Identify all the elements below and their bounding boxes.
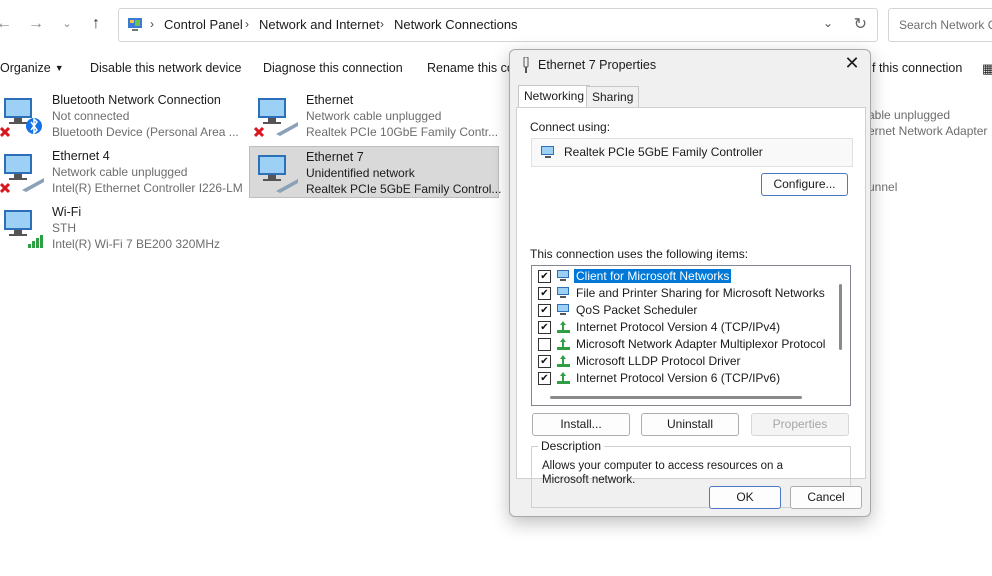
search-placeholder: Search Network C: [899, 18, 992, 32]
refresh-icon[interactable]: ↻: [854, 14, 867, 34]
caret-down-icon: ▼: [54, 63, 64, 73]
checkbox[interactable]: ✔: [538, 270, 551, 283]
diagnose-button[interactable]: Diagnose this connection: [263, 61, 403, 75]
checkbox[interactable]: ✔: [538, 321, 551, 334]
uninstall-button[interactable]: Uninstall: [641, 413, 739, 436]
install-button[interactable]: Install...: [532, 413, 630, 436]
adapter-box: Realtek PCIe 5GbE Family Controller: [531, 138, 853, 167]
network-monitor-icon: [0, 98, 42, 138]
network-monitor-icon: [258, 155, 298, 193]
breadcrumb-network-connections[interactable]: Network Connections: [394, 17, 518, 32]
description-label: Description: [538, 439, 605, 453]
items-label: This connection uses the following items…: [530, 247, 749, 261]
tab-sharing[interactable]: Sharing: [586, 86, 640, 107]
connection-device: Intel(R) Wi-Fi 7 BE200 320MHz: [52, 237, 221, 251]
connection-status: Unidentified network: [306, 166, 415, 180]
properties-button[interactable]: Properties: [751, 413, 849, 436]
breadcrumb-separator: ›: [380, 17, 384, 31]
list-item-label: QoS Packet Scheduler: [576, 303, 698, 317]
connection-device: Realtek PCIe 10GbE Family Contr...: [306, 125, 499, 139]
network-protocol-icon: [557, 372, 570, 384]
network-protocol-icon: [557, 338, 570, 350]
forward-arrow-icon[interactable]: →: [26, 14, 46, 34]
connection-status: Network cable unplugged: [306, 109, 442, 123]
partial-device-text: ernet Network Adapter: [868, 124, 988, 138]
connection-name: Wi-Fi: [52, 205, 82, 219]
horizontal-scrollbar[interactable]: [550, 396, 802, 399]
network-monitor-icon: [0, 154, 44, 194]
network-service-icon: [557, 287, 569, 298]
network-client-icon: [557, 270, 569, 281]
organize-menu[interactable]: Organize ▼: [0, 61, 64, 75]
connection-status: STH: [52, 221, 76, 235]
connection-device: Bluetooth Device (Personal Area ...: [52, 125, 239, 139]
partial-status-text: able unplugged: [868, 108, 951, 122]
connection-item-wifi[interactable]: Wi-Fi STH Intel(R) Wi-Fi 7 BE200 320MHz: [0, 200, 245, 252]
networking-panel: Connect using: Realtek PCIe 5GbE Family …: [516, 107, 866, 508]
checkbox[interactable]: ✔: [538, 372, 551, 385]
connection-item-ethernet[interactable]: Ethernet Network cable unplugged Realtek…: [254, 88, 499, 140]
connection-item-bluetooth[interactable]: Bluetooth Network Connection Not connect…: [0, 88, 245, 140]
close-icon[interactable]: ✕: [842, 53, 862, 74]
description-text: Allows your computer to access resources…: [542, 460, 783, 486]
connection-device: Intel(R) Ethernet Controller I226-LM: [52, 181, 243, 195]
connection-name: Ethernet 4: [52, 149, 110, 163]
configure-button[interactable]: Configure...: [761, 173, 848, 196]
checkbox[interactable]: ✔: [538, 287, 551, 300]
ok-button[interactable]: OK: [709, 486, 781, 509]
network-service-icon: [557, 304, 569, 315]
rename-button[interactable]: Rename this co: [427, 61, 514, 75]
chevron-down-icon[interactable]: ⌄: [823, 16, 833, 30]
connection-name: Ethernet 7: [306, 150, 364, 164]
checkbox[interactable]: ✔: [538, 304, 551, 317]
network-monitor-icon: [254, 98, 298, 138]
list-item-label: Internet Protocol Version 4 (TCP/IPv4): [576, 320, 781, 334]
disable-device-button[interactable]: Disable this network device: [90, 61, 241, 75]
connection-name: Ethernet: [306, 93, 354, 107]
list-item-label: Client for Microsoft Networks: [574, 269, 732, 283]
network-monitor-icon: [4, 210, 43, 248]
breadcrumb-control-panel[interactable]: Control Panel: [164, 17, 243, 32]
list-item-label: Internet Protocol Version 6 (TCP/IPv6): [576, 371, 781, 385]
up-arrow-icon[interactable]: ↑: [86, 14, 106, 34]
network-protocol-icon: [557, 355, 570, 367]
address-bar[interactable]: › Control Panel › Network and Internet ›…: [118, 8, 878, 42]
vertical-scrollbar[interactable]: [839, 284, 842, 350]
checkbox[interactable]: ✔: [538, 355, 551, 368]
list-item-label: Microsoft Network Adapter Multiplexor Pr…: [576, 337, 826, 351]
recent-locations-icon[interactable]: ⌄: [57, 14, 77, 34]
dialog-title: Ethernet 7 Properties: [538, 58, 657, 72]
ethernet-properties-dialog: Ethernet 7 Properties ✕ Networking Shari…: [509, 49, 871, 517]
cancel-button[interactable]: Cancel: [790, 486, 862, 509]
breadcrumb-network-internet[interactable]: Network and Internet: [259, 17, 380, 32]
partial-device-text: unnel: [868, 180, 898, 194]
connection-device: Realtek PCIe 5GbE Family Control...: [306, 182, 502, 196]
breadcrumb-separator: ›: [150, 17, 154, 31]
adapter-name: Realtek PCIe 5GbE Family Controller: [564, 145, 763, 159]
network-protocol-icon: [557, 321, 570, 333]
breadcrumb-separator: ›: [245, 17, 249, 31]
components-list[interactable]: ✔ Client for Microsoft Networks ✔ File a…: [531, 265, 851, 406]
view-status-button[interactable]: f this connection: [872, 61, 962, 75]
connection-item-ethernet-7[interactable]: Ethernet 7 Unidentified network Realtek …: [249, 146, 502, 198]
search-input[interactable]: Search Network C: [888, 8, 992, 42]
control-panel-icon: [128, 18, 142, 31]
network-adapter-icon: [523, 57, 529, 73]
checkbox[interactable]: [538, 338, 551, 351]
back-arrow-icon[interactable]: ←: [0, 14, 14, 34]
connection-item-ethernet-4[interactable]: Ethernet 4 Network cable unplugged Intel…: [0, 144, 245, 196]
organize-label: Organize: [0, 61, 51, 75]
view-options-icon[interactable]: ▦: [982, 61, 992, 77]
network-adapter-icon: [541, 146, 554, 158]
tab-networking[interactable]: Networking: [518, 85, 591, 108]
connection-name: Bluetooth Network Connection: [52, 93, 221, 107]
connect-using-label: Connect using:: [530, 120, 611, 134]
connection-status: Not connected: [52, 109, 130, 123]
address-row: ← → ⌄ ↑ › Control Panel › Network and In…: [0, 0, 992, 50]
list-item-label: Microsoft LLDP Protocol Driver: [576, 354, 741, 368]
connection-status: Network cable unplugged: [52, 165, 188, 179]
list-item-label: File and Printer Sharing for Microsoft N…: [576, 286, 825, 300]
